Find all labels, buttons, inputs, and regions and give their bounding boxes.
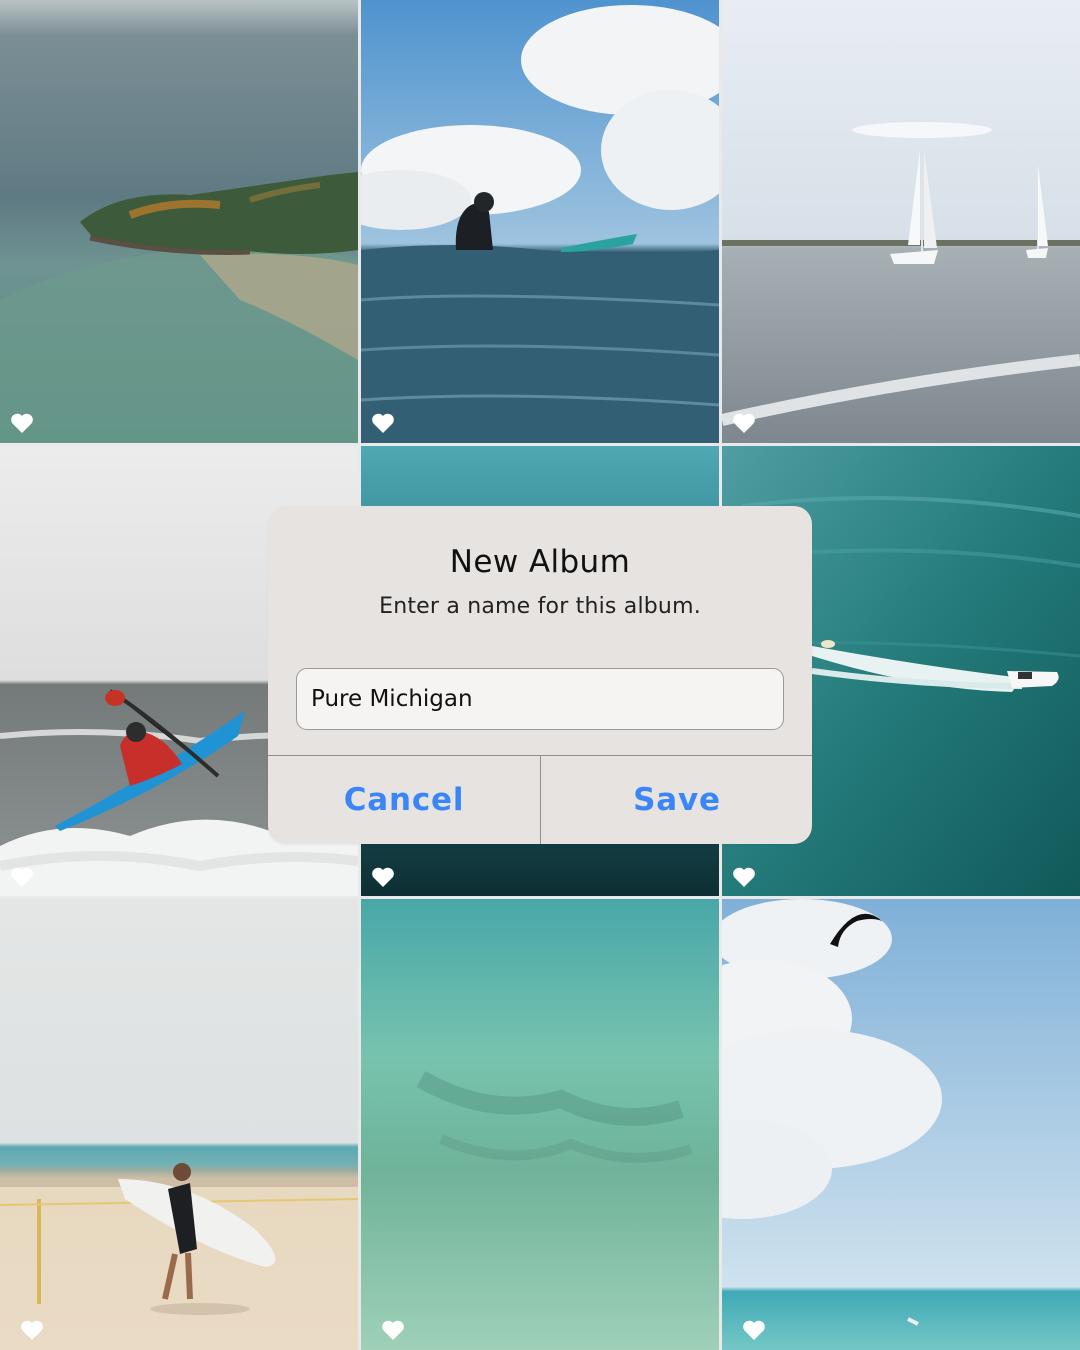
dialog-title: New Album	[449, 544, 631, 580]
heart-icon	[11, 413, 33, 433]
heart-icon	[743, 1320, 765, 1340]
heart-icon	[11, 867, 33, 887]
photo-tile-sailboats[interactable]	[722, 0, 1080, 443]
heart-icon	[372, 413, 394, 433]
photo-surfer-in-water	[361, 0, 719, 443]
album-name-input[interactable]	[296, 668, 784, 730]
favorite-heart-icon[interactable]	[10, 866, 34, 888]
heart-icon	[733, 867, 755, 887]
favorite-heart-icon[interactable]	[732, 866, 756, 888]
favorite-heart-icon[interactable]	[732, 412, 756, 434]
photo-tile-kitesurfer[interactable]	[722, 899, 1080, 1350]
favorite-heart-icon[interactable]	[10, 412, 34, 434]
favorite-heart-icon[interactable]	[742, 1319, 766, 1341]
photo-shallow-water	[361, 899, 719, 1350]
photo-kitesurfer	[722, 899, 1080, 1350]
favorite-heart-icon[interactable]	[20, 1319, 44, 1341]
photo-sailboats	[722, 0, 1080, 443]
photo-tile-shallow-water[interactable]	[361, 899, 719, 1350]
dialog-message: Enter a name for this album.	[379, 594, 701, 619]
photo-beach-surfer	[0, 899, 358, 1350]
heart-icon	[372, 867, 394, 887]
photo-tile-beach-surfer[interactable]	[0, 899, 358, 1350]
cancel-button[interactable]: Cancel	[268, 756, 540, 844]
save-button[interactable]: Save	[541, 756, 813, 844]
heart-icon	[733, 413, 755, 433]
photo-tile-surfer-in-water[interactable]	[361, 0, 719, 443]
favorite-heart-icon[interactable]	[381, 1319, 405, 1341]
favorite-heart-icon[interactable]	[371, 866, 395, 888]
heart-icon	[382, 1320, 404, 1340]
favorite-heart-icon[interactable]	[371, 412, 395, 434]
heart-icon	[21, 1320, 43, 1340]
photo-tile-aerial-island[interactable]	[0, 0, 358, 443]
photo-aerial-island	[0, 0, 358, 443]
